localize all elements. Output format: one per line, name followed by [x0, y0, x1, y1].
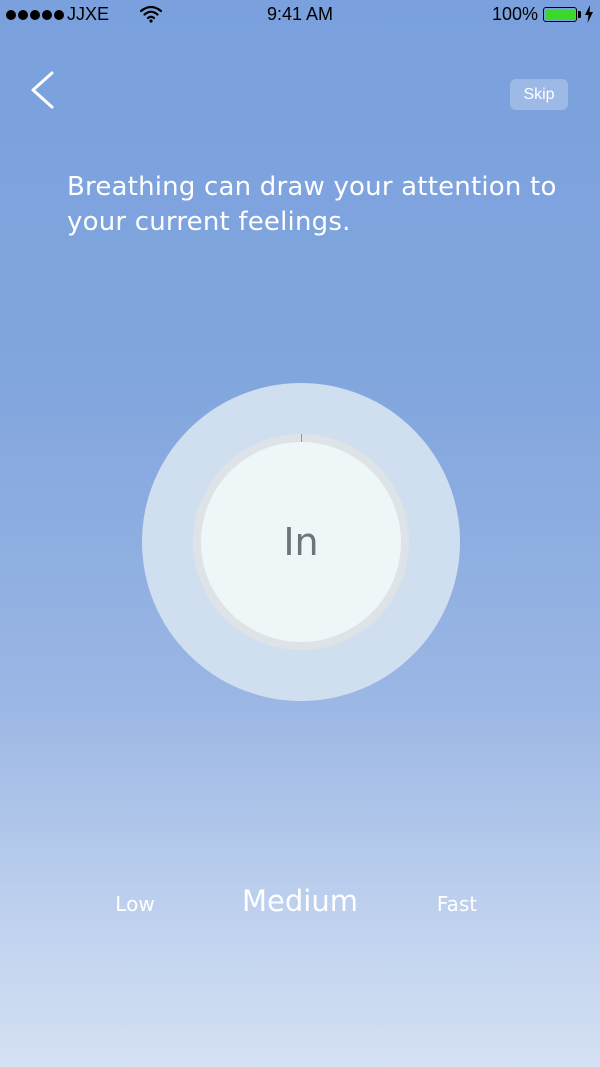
charging-bolt-icon — [584, 5, 594, 28]
back-button[interactable] — [22, 68, 66, 112]
chevron-left-icon — [31, 71, 54, 109]
speed-option-low[interactable]: Low — [95, 892, 175, 916]
battery-percent: 100% — [491, 4, 538, 24]
instruction-message: Breathing can draw your attention to you… — [67, 172, 557, 237]
breathing-circle[interactable]: In — [201, 442, 401, 642]
battery-icon — [543, 7, 577, 22]
speed-option-medium[interactable]: Medium — [220, 884, 380, 918]
battery-tip — [578, 11, 581, 18]
battery-level — [545, 9, 575, 20]
speed-option-fast[interactable]: Fast — [417, 892, 497, 916]
breathing-phase-label: In — [283, 520, 319, 564]
skip-button[interactable]: Skip — [510, 79, 568, 110]
status-bar: JJXE 9:41 AM 100% — [0, 0, 600, 30]
